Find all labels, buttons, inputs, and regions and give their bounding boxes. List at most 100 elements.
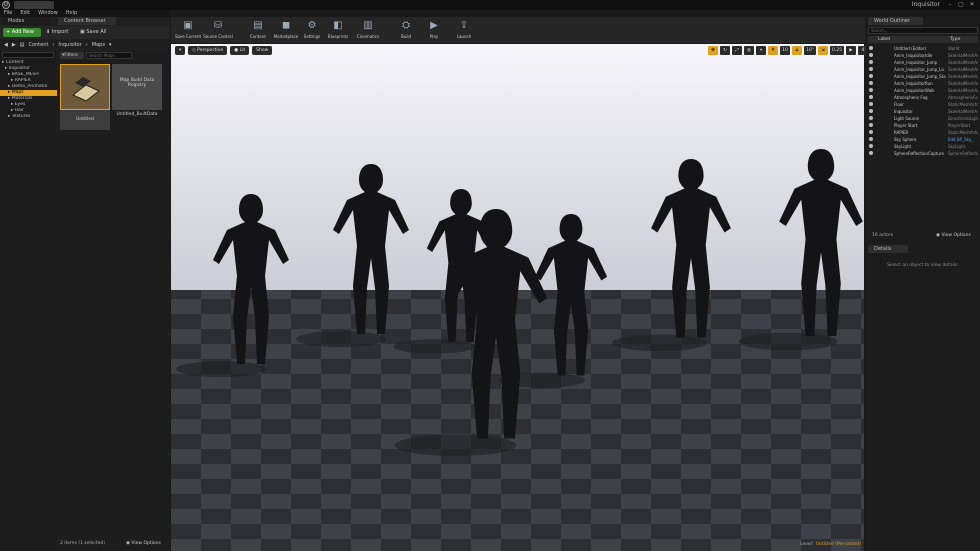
forward-icon[interactable]: ▶ bbox=[12, 42, 16, 48]
surface-snap-icon[interactable]: ⌖ bbox=[756, 46, 766, 55]
visibility-eye-icon[interactable] bbox=[869, 151, 873, 155]
breadcrumb-content[interactable]: Content bbox=[28, 42, 48, 48]
visibility-eye-icon[interactable] bbox=[869, 102, 873, 106]
visibility-eye-icon[interactable] bbox=[869, 116, 873, 120]
scale-snap-value[interactable]: 0.25 bbox=[829, 46, 845, 55]
folder-search-input[interactable] bbox=[2, 52, 54, 58]
column-label[interactable]: Label bbox=[878, 36, 890, 43]
outliner-row[interactable]: Floor StaticMeshActor bbox=[868, 101, 978, 108]
visibility-eye-icon[interactable] bbox=[869, 88, 873, 92]
maximize-button[interactable]: ▢ bbox=[957, 1, 965, 9]
outliner-row-type: AtmosphericFog bbox=[948, 95, 978, 100]
visibility-eye-icon[interactable] bbox=[869, 60, 873, 64]
outliner-row[interactable]: Inquisitor SkeletalMeshActor bbox=[868, 108, 978, 115]
visibility-eye-icon[interactable] bbox=[869, 109, 873, 113]
visibility-eye-icon[interactable] bbox=[869, 123, 873, 127]
level-tab[interactable] bbox=[14, 1, 54, 9]
asset-search-input[interactable]: Search Maps bbox=[86, 52, 132, 59]
breadcrumb-inquisitor[interactable]: Inquisitor bbox=[58, 42, 81, 48]
visibility-eye-icon[interactable] bbox=[869, 74, 873, 78]
visibility-eye-icon[interactable] bbox=[869, 130, 873, 134]
cinematics-button[interactable]: ▥ Cinematics bbox=[353, 18, 383, 42]
visibility-eye-icon[interactable] bbox=[869, 137, 873, 141]
tab-content-browser[interactable]: Content Browser bbox=[58, 17, 116, 25]
add-new-button[interactable]: + Add New bbox=[3, 28, 41, 37]
view-options-label: View Options bbox=[131, 541, 161, 546]
breadcrumb-maps[interactable]: Maps bbox=[92, 42, 105, 48]
grid-snap-icon[interactable]: # bbox=[768, 46, 778, 55]
close-button[interactable]: ✕ bbox=[968, 1, 976, 9]
visibility-eye-icon[interactable] bbox=[869, 53, 873, 57]
launch-button[interactable]: ⇪ Launch bbox=[449, 18, 479, 42]
outliner-row-label: Anim_Inquisitor_Jump_Sta bbox=[894, 74, 946, 79]
filters-button[interactable]: ▾Filters bbox=[60, 52, 84, 59]
outliner-row[interactable]: Untitled (Editor) World bbox=[868, 45, 978, 52]
outliner-row[interactable]: Anim_InquisitorRun SkeletalMeshActor bbox=[868, 80, 978, 87]
outliner-row[interactable]: Atmospheric Fog AtmosphericFog bbox=[868, 94, 978, 101]
asset-tile-untitled[interactable]: Untitled bbox=[60, 64, 110, 130]
scale-tool-icon[interactable]: ⤢ bbox=[732, 46, 742, 55]
scale-snap-icon[interactable]: ⇲ bbox=[817, 46, 828, 55]
asset-label: Untitled_BuiltData bbox=[116, 112, 158, 117]
tab-world-outliner[interactable]: World Outliner bbox=[868, 17, 923, 25]
tab-details[interactable]: Details bbox=[868, 245, 908, 253]
visibility-eye-icon[interactable] bbox=[869, 144, 873, 148]
outliner-row[interactable]: Light Source DirectionalLight bbox=[868, 115, 978, 122]
visibility-eye-icon[interactable] bbox=[869, 95, 873, 99]
outliner-row[interactable]: Sky Sphere Edit BP_Sky_ bbox=[868, 136, 978, 143]
outliner-row[interactable]: Anim_InquisitorWalk SkeletalMeshActor bbox=[868, 87, 978, 94]
outliner-search-input[interactable]: Search... bbox=[868, 27, 978, 34]
level-viewport[interactable] bbox=[171, 44, 864, 551]
outliner-header: Label Type bbox=[868, 36, 978, 43]
build-button[interactable]: ⛭ Build bbox=[391, 18, 421, 42]
menu-edit[interactable]: Edit bbox=[20, 10, 30, 17]
chevron-down-icon[interactable]: ▾ bbox=[109, 42, 112, 48]
outliner-row[interactable]: SphereReflectionCapture SphereReflectionC… bbox=[868, 150, 978, 157]
perspective-button[interactable]: ◇ Perspective bbox=[188, 46, 228, 55]
play-button[interactable]: ▶ Play bbox=[419, 18, 449, 42]
folder-tree-item[interactable]: ▸ Textures bbox=[0, 114, 57, 120]
blueprints-button[interactable]: ◧ Blueprints bbox=[323, 18, 353, 42]
import-button[interactable]: ⬇ Import bbox=[46, 28, 76, 37]
rotate-tool-icon[interactable]: ↻ bbox=[720, 46, 730, 55]
rotation-snap-icon[interactable]: ∠ bbox=[792, 46, 802, 55]
save-button[interactable]: ▣ Save Current bbox=[173, 18, 203, 42]
content-browser-toolbar: + Add New ⬇ Import ▣ Save All bbox=[0, 26, 170, 39]
viewport-options-bar: ▾ ◇ Perspective ● Lit Show bbox=[175, 46, 273, 55]
outliner-row[interactable]: RAPIER StaticMeshActor bbox=[868, 129, 978, 136]
world-space-icon[interactable]: ◍ bbox=[744, 46, 754, 55]
outliner-row[interactable]: Anim_Inquisitor_Jump SkeletalMeshActor bbox=[868, 59, 978, 66]
viewport-menu-button[interactable]: ▾ bbox=[175, 46, 186, 55]
translate-tool-icon[interactable]: ✥ bbox=[708, 46, 718, 55]
rotation-snap-value[interactable]: 10° bbox=[804, 46, 816, 55]
menu-window[interactable]: Window bbox=[38, 10, 58, 17]
outliner-row-type: SkeletalMeshActor bbox=[948, 81, 978, 86]
outliner-row[interactable]: Player Start PlayerStart bbox=[868, 122, 978, 129]
back-icon[interactable]: ◀ bbox=[4, 42, 8, 48]
content-button[interactable]: ▤ Content bbox=[243, 18, 273, 42]
visibility-eye-icon[interactable] bbox=[869, 81, 873, 85]
outliner-row-type[interactable]: Edit BP_Sky_ bbox=[948, 136, 978, 143]
outliner-view-options-button[interactable]: ◉ View Options bbox=[936, 233, 971, 238]
lit-button[interactable]: ● Lit bbox=[230, 46, 250, 55]
tab-modes[interactable]: Modes bbox=[2, 17, 50, 25]
visibility-eye-icon[interactable] bbox=[869, 67, 873, 71]
view-options-button[interactable]: ◉ View Options bbox=[126, 541, 161, 546]
source-control-button[interactable]: ⛁ Source Control bbox=[203, 18, 233, 42]
visibility-eye-icon[interactable] bbox=[869, 46, 873, 50]
show-button[interactable]: Show bbox=[252, 46, 273, 55]
column-type[interactable]: Type bbox=[950, 36, 960, 43]
save-all-button[interactable]: ▣ Save All bbox=[80, 28, 112, 37]
outliner-row[interactable]: Anim_Inquisitor_Jump_Lo SkeletalMeshActor bbox=[868, 66, 978, 73]
menu-file[interactable]: File bbox=[4, 10, 12, 17]
outliner-row-type: PlayerStart bbox=[948, 123, 971, 128]
outliner-row[interactable]: Anim_InquisitorIdle SkeletalMeshActor bbox=[868, 52, 978, 59]
menu-help[interactable]: Help bbox=[66, 10, 77, 17]
asset-tile-untitled-builtdata[interactable]: Map Build Data Registry Untitled_BuiltDa… bbox=[112, 64, 162, 130]
outliner-row-type: SkeletalMeshActor bbox=[948, 53, 978, 58]
camera-speed-icon[interactable]: ▶ bbox=[846, 46, 857, 55]
minimize-button[interactable]: – bbox=[946, 1, 954, 9]
outliner-row[interactable]: SkyLight SkyLight bbox=[868, 143, 978, 150]
outliner-row[interactable]: Anim_Inquisitor_Jump_StaSkeletalMeshActo… bbox=[868, 73, 978, 80]
grid-snap-value[interactable]: 10 bbox=[780, 46, 790, 55]
